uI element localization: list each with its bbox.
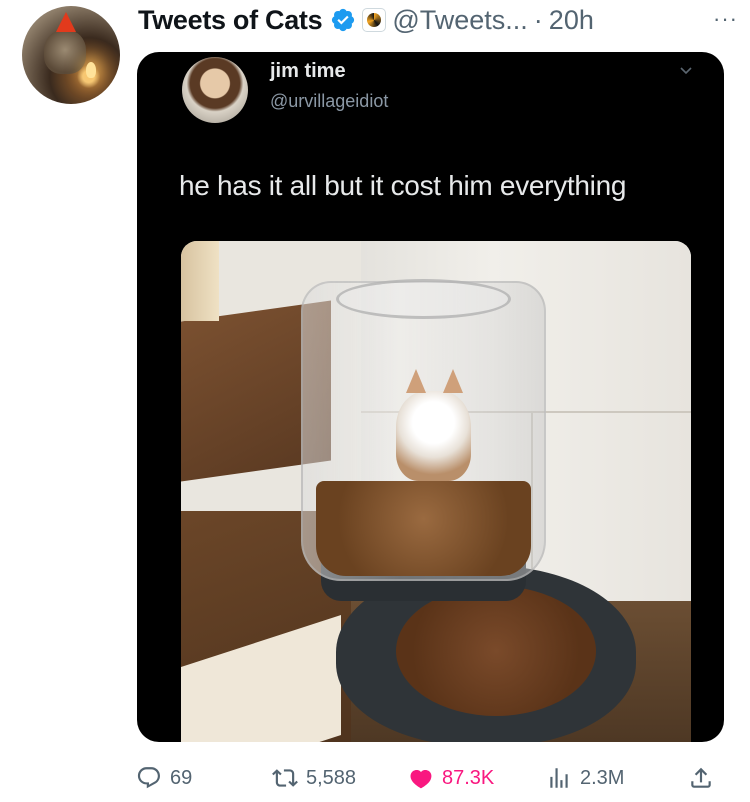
tweet-media[interactable]: jim time @urvillageidiot he has it all b… [137,52,724,742]
affiliate-badge-icon[interactable] [362,8,387,32]
reply-count: 69 [170,766,193,789]
reply-button[interactable]: 69 [136,760,192,796]
cat-feeder-photo [181,241,691,742]
photo-jar-kibble [316,481,531,576]
share-button[interactable] [688,760,722,796]
more-options-icon[interactable]: ··· [713,6,738,32]
embedded-author-name: jim time [270,60,346,82]
views-button[interactable]: 2.3M [546,760,624,796]
heart-icon [410,769,432,789]
photo-kitten [396,391,471,481]
chevron-down-icon [680,67,692,75]
verified-badge-icon [332,8,355,32]
retweet-button[interactable]: 5,588 [272,760,356,796]
author-display-name[interactable]: Tweets of Cats [138,5,323,36]
photo-jar-neck [336,279,511,319]
tweet-timestamp[interactable]: 20h [549,5,594,36]
views-count: 2.3M [580,766,625,789]
author-handle[interactable]: @Tweets... [392,5,527,36]
reply-icon [137,767,160,789]
analytics-bars-icon [550,768,568,788]
separator-dot: · [533,4,543,35]
embedded-author-handle: @urvillageidiot [270,91,389,111]
avatar-candle-flame [86,62,96,78]
avatar-cat [44,30,86,74]
photo-kitten-ear-left [406,369,426,393]
author-avatar[interactable] [22,6,120,104]
embedded-author-avatar [182,57,248,123]
tweet-header: Tweets of Cats @Tweets... · 20h ··· [138,0,750,40]
tweet-actions: 69 5,588 87.3K 2.3M [136,760,726,796]
retweet-icon [272,769,298,787]
photo-kitten-ear-right [443,369,463,393]
share-icon [691,767,711,788]
photo-scratching-post [181,241,219,321]
embedded-caption: he has it all but it cost him everything [179,170,627,201]
avatar-party-hat [56,12,76,32]
like-button[interactable]: 87.3K [408,760,494,796]
retweet-count: 5,588 [306,766,357,789]
photo-bowl-kibble [396,586,596,716]
like-count: 87.3K [442,766,495,789]
